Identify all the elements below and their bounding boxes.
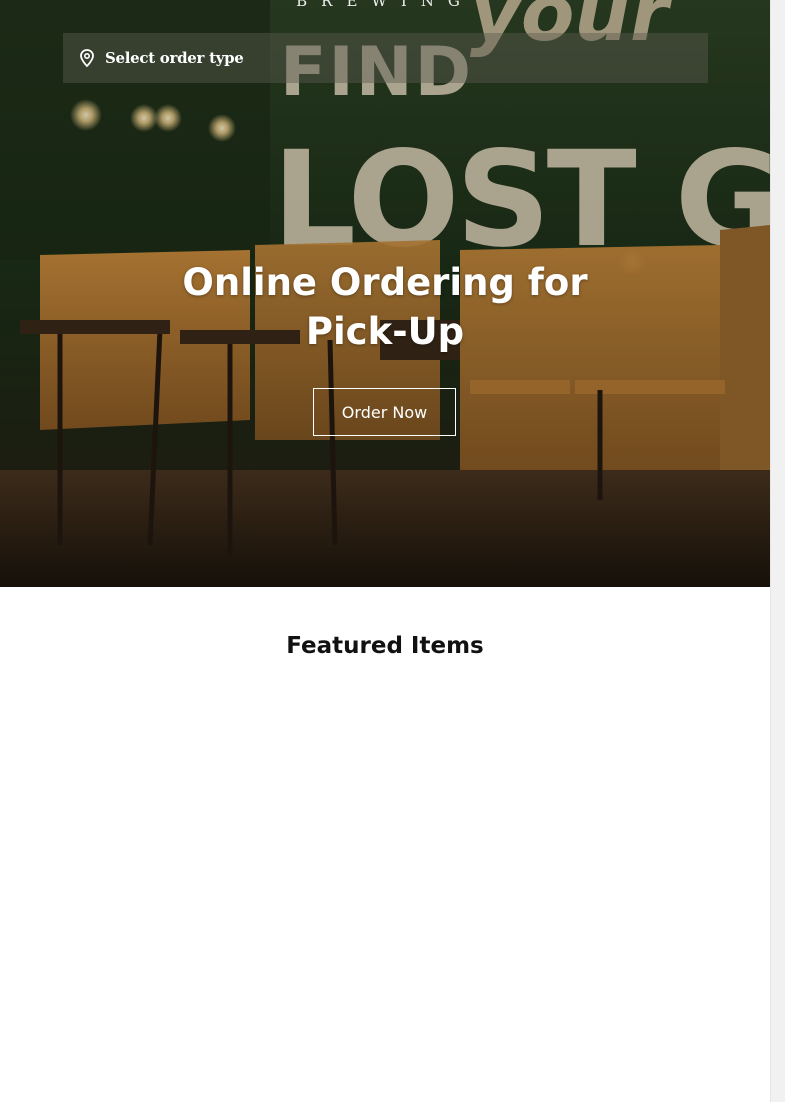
map-pin-icon (79, 49, 95, 67)
order-now-button[interactable]: Order Now (313, 388, 456, 436)
hero-banner: FIND your LOST GRO (0, 0, 770, 587)
brand-subtitle: BREWING (296, 0, 474, 10)
order-type-label: Select order type (105, 49, 244, 67)
hero-title: Online Ordering for Pick-Up (182, 261, 588, 353)
vertical-scrollbar[interactable] (770, 0, 785, 1102)
select-order-type-button[interactable]: Select order type (63, 33, 708, 83)
page: FIND your LOST GRO (0, 0, 785, 1102)
featured-items-heading: Featured Items (286, 633, 484, 659)
